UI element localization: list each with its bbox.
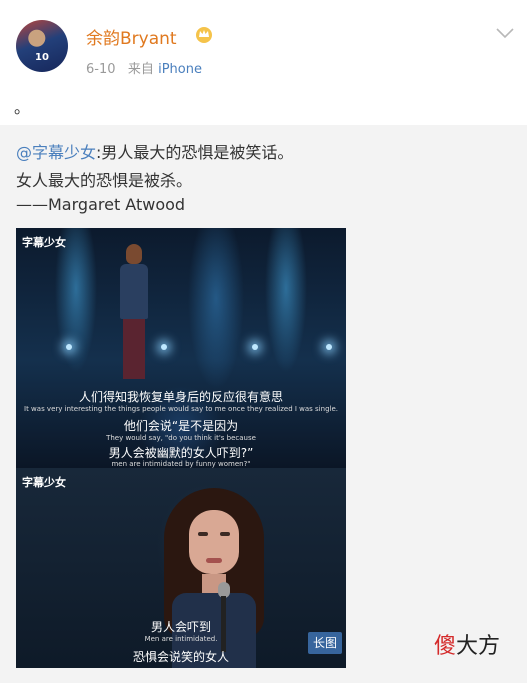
- crown-icon: [196, 27, 212, 43]
- image-frame-stage: 字幕少女 人们得知我恢复单身后的反应很有意思 It was very inter…: [16, 228, 346, 468]
- source-prefix: 来自: [127, 62, 154, 77]
- avatar[interactable]: 10: [16, 20, 68, 72]
- subtitle-cn: 他们会说“是不是因为: [123, 419, 239, 433]
- stage-light: [66, 344, 72, 350]
- repost-card[interactable]: @字幕少女:男人最大的恐惧是被笑话。 女人最大的恐惧是被杀。 ——Margare…: [0, 125, 527, 683]
- subtitle-en: It was very interesting the things peopl…: [24, 405, 338, 413]
- post-header: 10 余韵Bryant 6-10 来自 iPhone 。: [0, 0, 527, 117]
- image-watermark-bottom: 字幕少女: [22, 476, 66, 489]
- username[interactable]: 余韵Bryant: [86, 24, 177, 49]
- watermark-black-chars: 大方: [456, 634, 501, 659]
- subtitle-cn: 人们得知我恢复单身后的反应很有意思: [78, 390, 283, 404]
- watermark-red-char: 傻: [434, 634, 457, 659]
- image-watermark-top: 字幕少女: [22, 236, 66, 249]
- stage-light: [161, 344, 167, 350]
- image-frame-closeup: 字幕少女 男人会吓到 Men are intimidated. 恐惧会说笑的女人: [16, 468, 346, 668]
- post-meta: 6-10 来自 iPhone: [86, 58, 202, 77]
- repost-line-1-text: :男人最大的恐惧是被笑话。: [96, 143, 294, 162]
- repost-line-3: ——Margaret Atwood: [16, 195, 186, 214]
- subtitle-cn: 恐惧会说笑的女人: [132, 650, 229, 664]
- repost-line-1: @字幕少女:男人最大的恐惧是被笑话。: [16, 139, 293, 163]
- post-date: 6-10: [86, 62, 116, 77]
- post-text: 。: [14, 98, 31, 117]
- footer-watermark: 傻大方: [434, 628, 500, 660]
- stage-light: [252, 344, 258, 350]
- subtitle-en: They would say, "do you think it's becau…: [106, 434, 256, 442]
- repost-line-2: 女人最大的恐惧是被杀。: [16, 171, 193, 190]
- subtitle-cn: 男人会被幽默的女人吓到?”: [108, 446, 254, 460]
- subtitle-en: men are intimidated by funny women?": [111, 460, 251, 468]
- source-name[interactable]: iPhone: [158, 62, 202, 77]
- long-image-badge[interactable]: 长图: [308, 632, 342, 654]
- performer-figure: [114, 244, 154, 384]
- subtitle-en: Men are intimidated.: [144, 635, 218, 643]
- chevron-down-icon[interactable]: [494, 24, 516, 42]
- repost-mention[interactable]: @字幕少女: [16, 143, 96, 162]
- avatar-jersey-number: 10: [35, 52, 49, 63]
- repost-image[interactable]: 字幕少女 人们得知我恢复单身后的反应很有意思 It was very inter…: [16, 228, 346, 668]
- subtitle-cn: 男人会吓到: [150, 620, 211, 634]
- stage-light: [326, 344, 332, 350]
